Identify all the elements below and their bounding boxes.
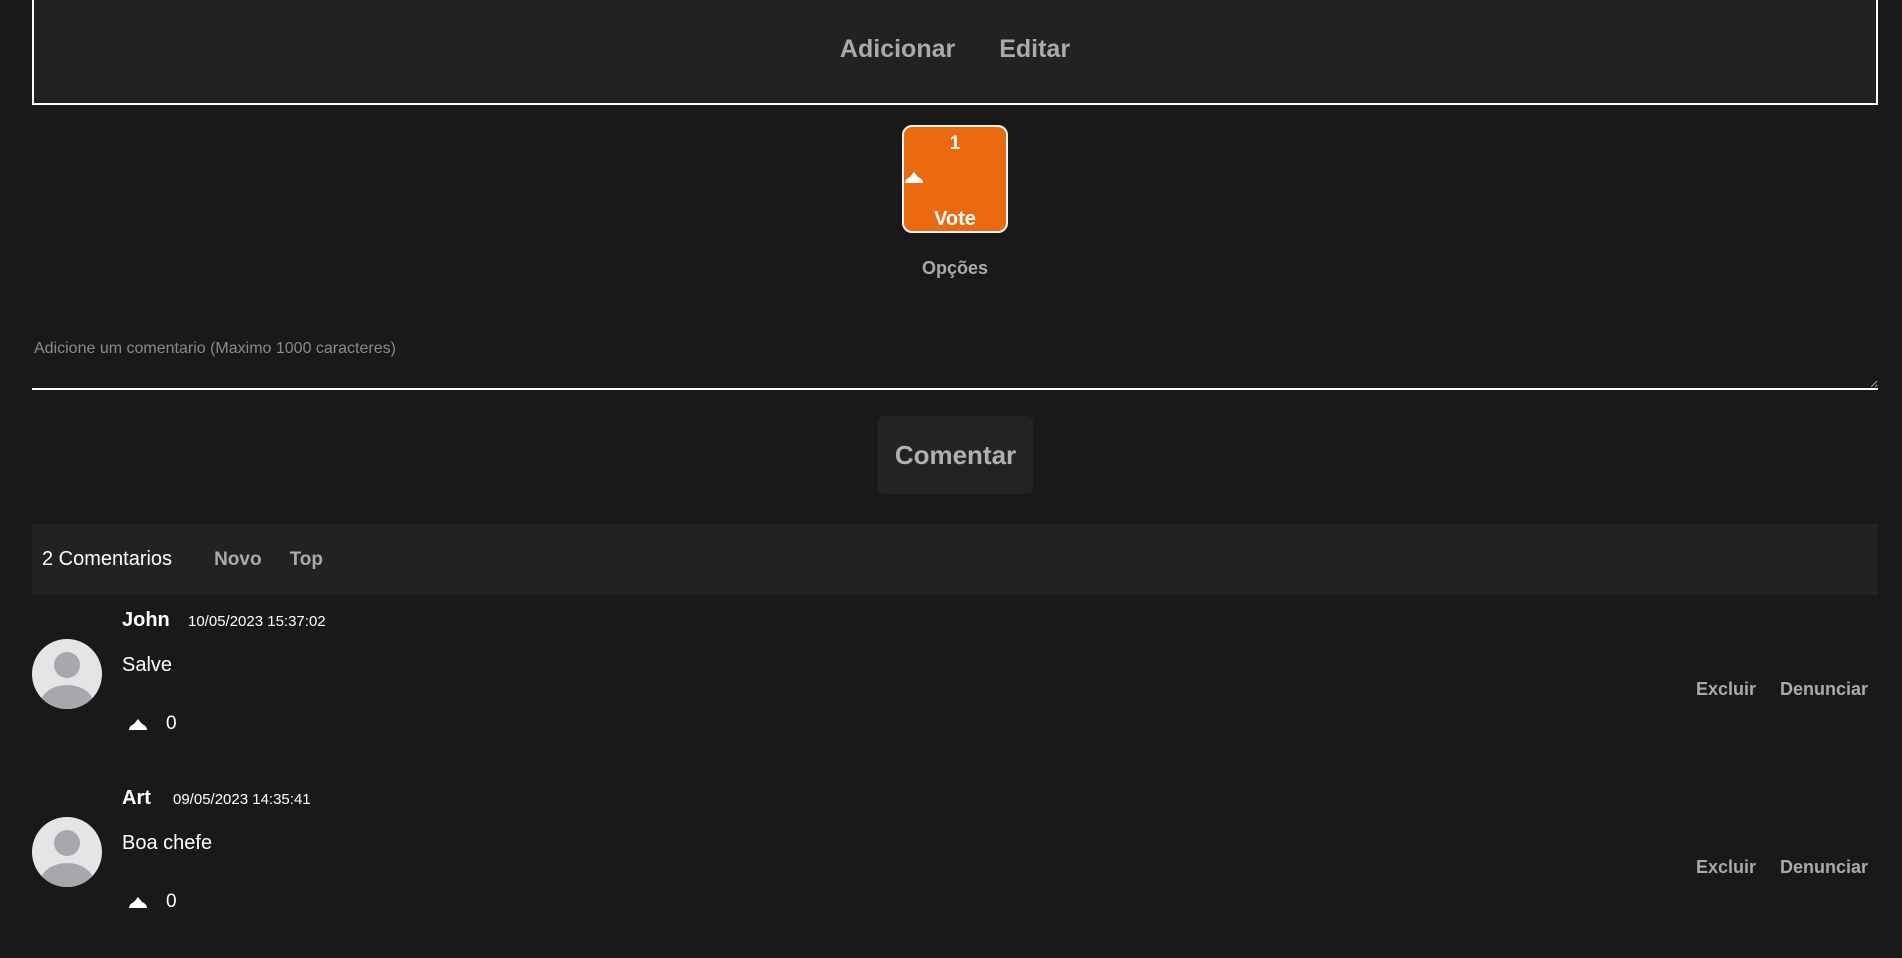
- vote-button[interactable]: 1 Vote: [902, 125, 1008, 233]
- comment-author[interactable]: John: [122, 609, 170, 632]
- comments-toolbar: 2 Comentarios Novo Top: [32, 524, 1878, 595]
- vote-count: 1: [949, 133, 961, 154]
- default-user-avatar-icon: [40, 652, 94, 709]
- top-nav-bar: Adicionar Editar: [32, 0, 1878, 105]
- cloud-up-icon: [905, 172, 923, 183]
- report-link[interactable]: Denunciar: [1780, 857, 1868, 878]
- upvote-count: 0: [166, 713, 177, 734]
- default-user-avatar-icon: [40, 830, 94, 887]
- comment-submit-button[interactable]: Comentar: [878, 416, 1033, 494]
- comment-item: John 10/05/2023 15:37:02 Salve 0 Excluir…: [32, 609, 1878, 769]
- comment-timestamp: 09/05/2023 14:35:41: [173, 791, 311, 808]
- comments-count: 2 Comentarios: [42, 548, 173, 570]
- avatar: [32, 639, 102, 709]
- add-link[interactable]: Adicionar: [840, 35, 955, 64]
- comment-actions: Excluir Denunciar: [1696, 857, 1868, 878]
- delete-link[interactable]: Excluir: [1696, 679, 1756, 700]
- comment-text: Boa chefe: [122, 832, 213, 854]
- comment-author[interactable]: Art: [122, 787, 151, 810]
- upvote-count: 0: [166, 891, 177, 912]
- vote-label: Vote: [934, 208, 976, 230]
- sort-top-link[interactable]: Top: [290, 549, 323, 571]
- comment-actions: Excluir Denunciar: [1696, 679, 1868, 700]
- comment-timestamp: 10/05/2023 15:37:02: [188, 613, 326, 630]
- delete-link[interactable]: Excluir: [1696, 857, 1756, 878]
- cloud-up-icon[interactable]: [128, 717, 148, 731]
- report-link[interactable]: Denunciar: [1780, 679, 1868, 700]
- edit-link[interactable]: Editar: [999, 35, 1070, 64]
- avatar: [32, 817, 102, 887]
- comment-input[interactable]: [32, 328, 1878, 390]
- options-link[interactable]: Opções: [0, 258, 1902, 279]
- cloud-up-icon[interactable]: [128, 895, 148, 909]
- sort-new-link[interactable]: Novo: [214, 549, 262, 571]
- comment-item: Art 09/05/2023 14:35:41 Boa chefe 0 Excl…: [32, 787, 1878, 947]
- comment-text: Salve: [122, 654, 173, 676]
